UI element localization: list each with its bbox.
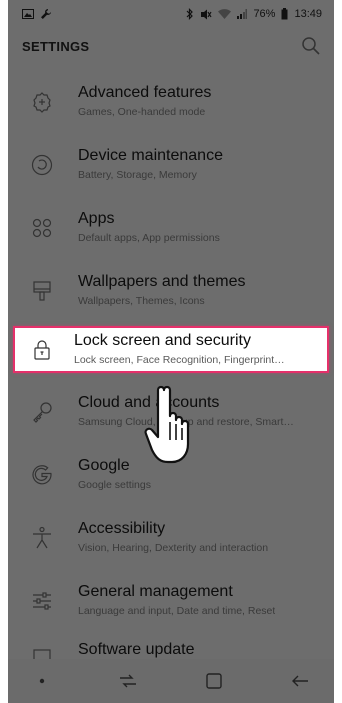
home-icon[interactable] [204, 671, 224, 691]
settings-item-subtitle: Vision, Hearing, Dexterity and interacti… [78, 542, 269, 554]
sliders-icon [30, 589, 54, 613]
gallery-notification-icon [22, 9, 34, 19]
mute-icon [200, 9, 212, 20]
battery-percent: 76% [253, 8, 276, 20]
settings-item-subtitle: Games, One-handed mode [78, 106, 206, 118]
maintenance-icon [30, 153, 54, 177]
brush-icon [30, 279, 54, 303]
status-bar-left [22, 8, 52, 20]
settings-item-subtitle: Language and input, Date and time, Reset [78, 605, 276, 617]
search-icon[interactable] [300, 35, 322, 57]
bluetooth-icon [186, 8, 194, 20]
settings-item-lock-screen-security[interactable]: Lock screen and security Lock screen, Fa… [13, 326, 329, 373]
settings-item-title: Apps [78, 210, 115, 227]
settings-item-subtitle: Lock screen, Face Recognition, Fingerpri… [74, 354, 285, 366]
accessibility-icon [30, 526, 54, 550]
settings-item-device-maintenance[interactable]: Device maintenance Battery, Storage, Mem… [8, 133, 334, 196]
settings-item-accessibility[interactable]: Accessibility Vision, Hearing, Dexterity… [8, 506, 334, 569]
settings-item-subtitle: Default apps, App permissions [78, 232, 220, 244]
settings-item-subtitle: Google settings [78, 479, 151, 491]
battery-icon [281, 8, 288, 20]
settings-item-wallpapers-themes[interactable]: Wallpapers and themes Wallpapers, Themes… [8, 259, 334, 322]
settings-item-title: Device maintenance [78, 147, 223, 164]
key-icon [30, 400, 54, 424]
settings-item-general-management[interactable]: General management Language and input, D… [8, 569, 334, 632]
wifi-icon [218, 9, 232, 19]
settings-item-title: Accessibility [78, 520, 166, 537]
hand-cursor-icon [142, 382, 212, 472]
page-title: SETTINGS [22, 38, 90, 54]
settings-item-title: Software update [78, 641, 195, 658]
settings-item-title: Advanced features [78, 84, 212, 101]
gear-plus-icon [30, 90, 54, 114]
settings-item-apps[interactable]: Apps Default apps, App permissions [8, 196, 334, 259]
google-icon [30, 463, 54, 487]
status-time: 13:49 [294, 8, 322, 20]
settings-item-title: Wallpapers and themes [78, 273, 246, 290]
settings-screen: 76% 13:49 SETTINGS Advanced features Gam… [8, 0, 334, 703]
settings-list: Advanced features Games, One-handed mode… [8, 70, 334, 670]
dot-icon[interactable] [32, 671, 52, 691]
signal-icon [237, 9, 248, 19]
apps-grid-icon [30, 216, 54, 240]
settings-item-title: General management [78, 583, 233, 600]
lock-icon [30, 338, 54, 362]
settings-item-subtitle: Wallpapers, Themes, Icons [78, 295, 205, 307]
settings-item-advanced-features[interactable]: Advanced features Games, One-handed mode [8, 70, 334, 133]
settings-item-subtitle: Battery, Storage, Memory [78, 169, 197, 181]
wrench-icon [40, 8, 52, 20]
back-icon[interactable] [290, 671, 310, 691]
recent-apps-icon[interactable] [118, 671, 138, 691]
status-bar: 76% 13:49 [8, 0, 334, 28]
settings-item-title: Lock screen and security [74, 332, 251, 349]
settings-header: SETTINGS [8, 28, 334, 64]
status-bar-right: 76% 13:49 [186, 8, 322, 20]
settings-item-title: Google [78, 457, 130, 474]
navigation-bar [8, 659, 334, 703]
